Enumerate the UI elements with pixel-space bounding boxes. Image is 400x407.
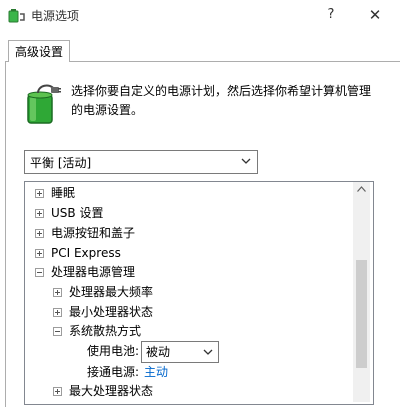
scroll-up-arrow-icon[interactable] bbox=[357, 186, 366, 192]
expand-icon[interactable] bbox=[35, 189, 44, 198]
expand-icon[interactable] bbox=[53, 308, 62, 317]
settings-tree[interactable]: 睡眠 USB 设置 电源按钮和盖子 PCI Express 处理器电源管理 处理… bbox=[24, 181, 374, 405]
window-title: 电源选项 bbox=[31, 9, 80, 23]
setting-on-battery: 使用电池: 被动 bbox=[87, 341, 287, 363]
plugged-in-label: 接通电源: bbox=[87, 365, 140, 379]
intro-line-1: 选择你要自定义的电源计划，然后选择你希望计算机管理 bbox=[71, 84, 372, 98]
help-button[interactable]: ? bbox=[318, 4, 344, 26]
power-options-icon bbox=[8, 9, 25, 23]
power-plan-select[interactable]: 平衡 [活动] bbox=[24, 150, 258, 174]
chevron-down-icon bbox=[203, 349, 213, 355]
expand-icon[interactable] bbox=[35, 209, 44, 218]
tab-advanced-settings[interactable]: 高级设置 bbox=[8, 40, 70, 62]
power-plan-value: 平衡 [活动] bbox=[30, 156, 92, 170]
tree-scrollbar[interactable] bbox=[353, 182, 370, 402]
intro-line-2: 的电源设置。 bbox=[71, 103, 144, 117]
expand-icon[interactable] bbox=[53, 288, 62, 297]
collapse-icon[interactable] bbox=[35, 268, 44, 277]
scrollbar-thumb[interactable] bbox=[356, 260, 367, 368]
tab-label: 高级设置 bbox=[14, 45, 63, 59]
plugged-in-value-link[interactable]: 主动 bbox=[144, 362, 168, 382]
close-button[interactable]: ✕ bbox=[362, 4, 388, 26]
expand-icon[interactable] bbox=[35, 249, 44, 258]
expand-icon[interactable] bbox=[53, 387, 62, 396]
battery-plug-icon bbox=[27, 84, 61, 124]
expand-icon[interactable] bbox=[35, 229, 44, 238]
on-battery-value: 被动 bbox=[146, 345, 171, 359]
on-battery-label: 使用电池: bbox=[87, 344, 140, 358]
title-bar: 电源选项 ? ✕ bbox=[0, 0, 400, 32]
on-battery-select[interactable]: 被动 bbox=[141, 341, 219, 363]
collapse-icon[interactable] bbox=[53, 327, 62, 336]
chevron-down-icon bbox=[241, 158, 251, 164]
intro-text: 选择你要自定义的电源计划，然后选择你希望计算机管理 的电源设置。 bbox=[71, 82, 391, 120]
